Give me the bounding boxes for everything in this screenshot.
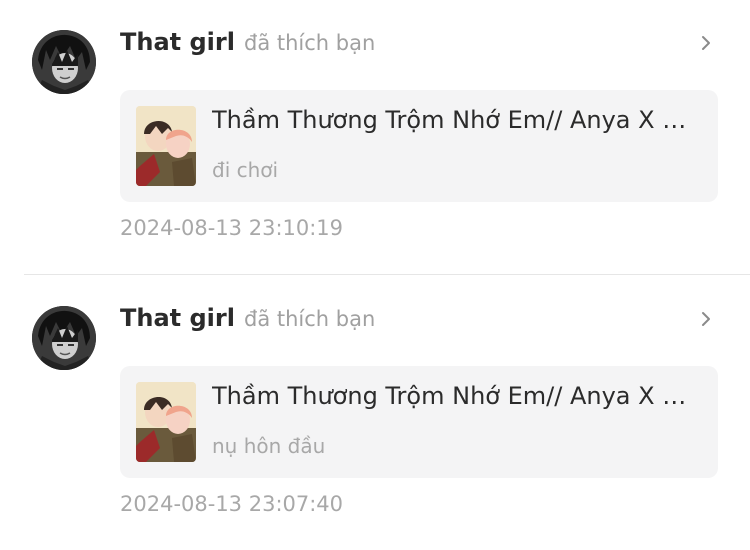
story-title: Thầm Thương Trộm Nhớ Em// Anya X Damian <box>212 106 702 134</box>
chapter-name: nụ hôn đầu <box>212 434 326 458</box>
chapter-name: đi chơi <box>212 158 279 182</box>
timestamp: 2024-08-13 23:07:40 <box>120 492 344 516</box>
avatar[interactable] <box>32 306 96 370</box>
timestamp: 2024-08-13 23:10:19 <box>120 216 344 240</box>
chevron-right-icon[interactable] <box>697 34 715 52</box>
notification-item[interactable]: That girl đã thích bạn Thầm Thương Trộm … <box>0 276 750 550</box>
action-text: đã thích bạn <box>244 307 376 331</box>
user-avatar-icon <box>32 30 96 94</box>
story-card[interactable]: Thầm Thương Trộm Nhớ Em// Anya X Damian … <box>120 90 718 202</box>
chevron-right-icon[interactable] <box>697 310 715 328</box>
notification-feed: That girl đã thích bạn Thầm Thương Trộm … <box>0 0 750 550</box>
story-thumbnail <box>136 106 196 186</box>
notification-item[interactable]: That girl đã thích bạn Thầm Thương Trộm … <box>0 0 750 274</box>
story-cover-icon <box>136 106 196 186</box>
story-title: Thầm Thương Trộm Nhớ Em// Anya X Damian <box>212 382 702 410</box>
avatar[interactable] <box>32 30 96 94</box>
story-cover-icon <box>136 382 196 462</box>
story-card[interactable]: Thầm Thương Trộm Nhớ Em// Anya X Damian … <box>120 366 718 478</box>
user-avatar-icon <box>32 306 96 370</box>
divider <box>24 274 750 275</box>
action-text: đã thích bạn <box>244 31 376 55</box>
user-name[interactable]: That girl <box>120 28 235 56</box>
story-thumbnail <box>136 382 196 462</box>
user-name[interactable]: That girl <box>120 304 235 332</box>
